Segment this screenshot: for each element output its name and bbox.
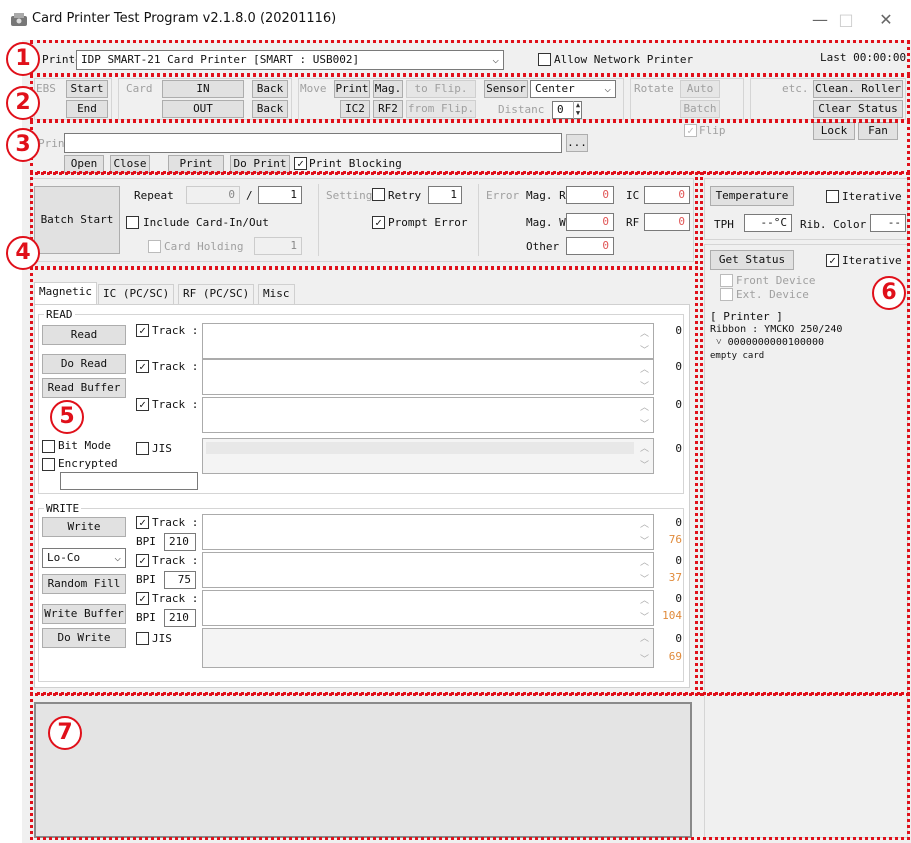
annotation-marker-4: 4 xyxy=(6,236,40,270)
close-button[interactable]: ✕ xyxy=(863,8,909,34)
title-bar: Card Printer Test Program v2.1.8.0 (2020… xyxy=(0,0,911,40)
annotation-marker-5: 5 xyxy=(50,400,84,434)
window-title: Card Printer Test Program v2.1.8.0 (2020… xyxy=(32,11,337,26)
annotation-marker-2: 2 xyxy=(6,86,40,120)
annotation-marker-7: 7 xyxy=(48,716,82,750)
annotation-box-2 xyxy=(30,74,910,122)
annotation-box-1 xyxy=(30,40,910,76)
annotation-box-6 xyxy=(700,172,910,696)
annotation-box-4 xyxy=(30,172,698,270)
annotation-box-3 xyxy=(30,120,910,174)
app-icon xyxy=(11,13,27,26)
annotation-marker-6: 6 xyxy=(872,276,906,310)
annotation-box-5 xyxy=(30,266,698,696)
annotation-marker-1: 1 xyxy=(6,42,40,76)
annotation-box-7 xyxy=(30,692,910,840)
annotation-marker-3: 3 xyxy=(6,128,40,162)
